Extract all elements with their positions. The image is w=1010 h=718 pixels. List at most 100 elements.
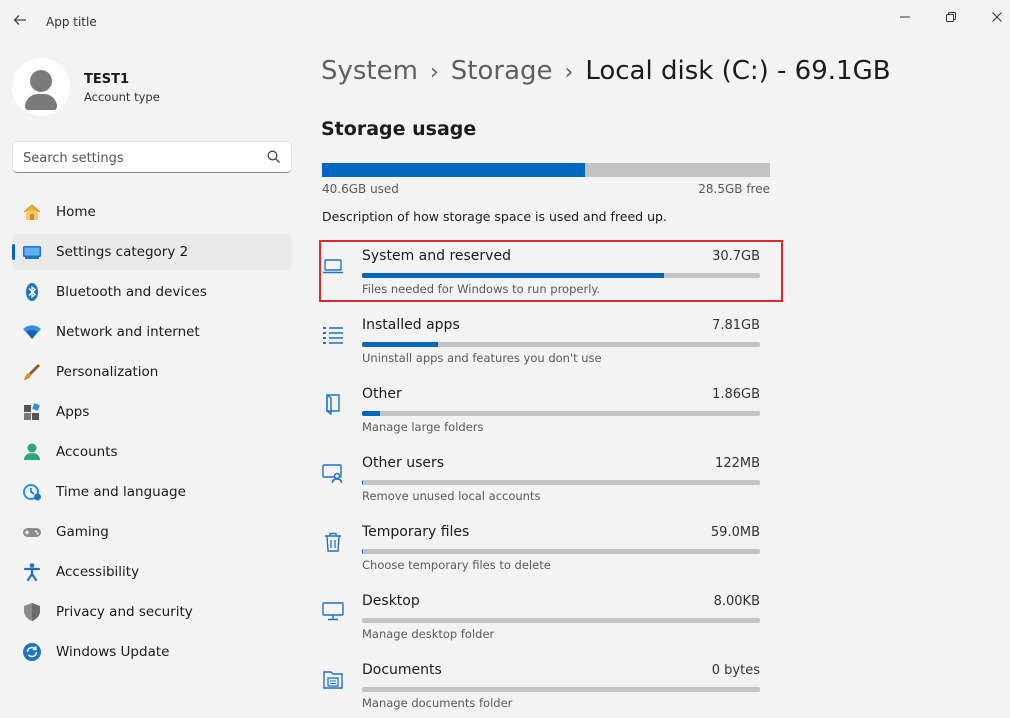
- sidebar-item-personalization[interactable]: Personalization: [12, 354, 292, 390]
- sidebar-item-apps[interactable]: Apps: [12, 394, 292, 430]
- category-usage-fill: [362, 273, 665, 278]
- user-profile[interactable]: TEST1 Account type: [12, 56, 292, 120]
- sidebar-item-system[interactable]: Settings category 2: [12, 234, 292, 270]
- sidebar-item-label: Home: [56, 204, 96, 220]
- category-desktop[interactable]: Desktop 8.00KB Manage desktop folder: [321, 587, 781, 645]
- category-usage-bar: [362, 411, 760, 416]
- sidebar-item-label: Bluetooth and devices: [56, 284, 207, 300]
- monitor-icon: [321, 599, 345, 623]
- category-usage-fill: [362, 411, 380, 416]
- brush-icon: [22, 362, 42, 382]
- storage-usage-bar: [322, 163, 770, 177]
- storage-usage-fill: [322, 163, 586, 177]
- account-type: Account type: [84, 90, 160, 104]
- sidebar-item-home[interactable]: Home: [12, 194, 292, 230]
- category-temp-files[interactable]: Temporary files 59.0MB Choose temporary …: [321, 518, 781, 576]
- category-usage-bar: [362, 480, 760, 485]
- breadcrumb-storage[interactable]: Storage: [451, 56, 553, 86]
- wifi-icon: [22, 322, 42, 342]
- chevron-right-icon: ›: [429, 60, 439, 85]
- search-icon[interactable]: [267, 150, 281, 164]
- sidebar-nav: Home Settings category 2 Bluetooth and d…: [12, 194, 292, 674]
- bluetooth-icon: [22, 282, 42, 302]
- gamepad-icon: [22, 522, 42, 542]
- storage-category-list: System and reserved 30.7GB Files needed …: [319, 240, 783, 718]
- documents-icon: [321, 668, 345, 692]
- back-arrow-icon: [13, 15, 26, 25]
- category-other[interactable]: Other 1.86GB Manage large folders: [321, 380, 781, 438]
- book-icon: [321, 392, 345, 416]
- avatar: [12, 58, 70, 116]
- user-name: TEST1: [84, 72, 130, 87]
- sidebar-item-label: Apps: [56, 404, 90, 420]
- category-name: Other users: [362, 455, 445, 471]
- category-name: Desktop: [362, 593, 420, 609]
- category-size: 59.0MB: [710, 525, 760, 540]
- category-description: Uninstall apps and features you don't us…: [362, 351, 602, 365]
- category-usage-bar: [362, 273, 760, 278]
- category-name: Installed apps: [362, 317, 460, 333]
- used-space-label: 40.6GB used: [322, 182, 399, 196]
- clock-globe-icon: [22, 482, 42, 502]
- sidebar-item-label: Network and internet: [56, 324, 200, 340]
- sidebar-item-gaming[interactable]: Gaming: [12, 514, 292, 550]
- list-icon: [321, 323, 345, 347]
- free-space-label: 28.5GB free: [698, 182, 770, 196]
- apps-icon: [22, 402, 42, 422]
- settings-search[interactable]: [12, 141, 292, 173]
- shield-icon: [22, 602, 42, 622]
- category-usage-bar: [362, 549, 760, 554]
- category-size: 7.81GB: [712, 318, 760, 333]
- chevron-right-icon: ›: [564, 60, 574, 85]
- search-input[interactable]: [23, 148, 263, 168]
- person-icon: [22, 442, 42, 462]
- category-documents[interactable]: Documents 0 bytes Manage documents folde…: [321, 656, 781, 714]
- category-description: Manage desktop folder: [362, 627, 495, 641]
- category-installed-apps[interactable]: Installed apps 7.81GB Uninstall apps and…: [321, 311, 781, 369]
- category-system-reserved[interactable]: System and reserved 30.7GB Files needed …: [319, 240, 783, 302]
- category-size: 1.86GB: [712, 387, 760, 402]
- back-button[interactable]: [8, 10, 32, 34]
- home-icon: [22, 202, 42, 222]
- sidebar-item-windows-update[interactable]: Windows Update: [12, 634, 292, 670]
- category-usage-fill: [362, 342, 438, 347]
- sidebar-item-accounts[interactable]: Accounts: [12, 434, 292, 470]
- main-content: System › Storage › Local disk (C:) - 69.1GB …: [319, 0, 1010, 718]
- category-size: 30.7GB: [712, 249, 760, 264]
- category-size: 8.00KB: [713, 594, 760, 609]
- sidebar-item-network[interactable]: Network and internet: [12, 314, 292, 350]
- sidebar-item-label: Personalization: [56, 364, 159, 380]
- accessibility-icon: [22, 562, 42, 582]
- category-description: Remove unused local accounts: [362, 489, 541, 503]
- category-usage-bar: [362, 618, 760, 623]
- breadcrumb-system[interactable]: System: [321, 56, 418, 86]
- sidebar-item-time-language[interactable]: Time and language: [12, 474, 292, 510]
- page-title: Local disk (C:) - 69.1GB: [585, 56, 891, 86]
- category-name: Temporary files: [362, 524, 470, 540]
- category-description: Choose temporary files to delete: [362, 558, 551, 572]
- category-name: System and reserved: [362, 248, 511, 264]
- sidebar-item-privacy[interactable]: Privacy and security: [12, 594, 292, 630]
- category-usage-fill: [362, 480, 364, 485]
- section-title: Storage usage: [321, 118, 477, 140]
- update-icon: [22, 642, 42, 662]
- laptop-icon: [321, 254, 345, 278]
- category-size: 122MB: [715, 456, 760, 471]
- person-screen-icon: [321, 461, 345, 485]
- sidebar-item-accessibility[interactable]: Accessibility: [12, 554, 292, 590]
- category-size: 0 bytes: [711, 663, 760, 678]
- category-usage-fill: [362, 549, 363, 554]
- trash-icon: [321, 530, 345, 554]
- category-usage-bar: [362, 342, 760, 347]
- sidebar-item-label: Privacy and security: [56, 604, 193, 620]
- sidebar-item-label: Time and language: [56, 484, 186, 500]
- storage-description: Description of how storage space is used…: [322, 209, 667, 224]
- sidebar-item-label: Settings category 2: [56, 244, 189, 260]
- sidebar-item-bluetooth[interactable]: Bluetooth and devices: [12, 274, 292, 310]
- category-other-users[interactable]: Other users 122MB Remove unused local ac…: [321, 449, 781, 507]
- category-name: Documents: [362, 662, 442, 678]
- category-description: Manage large folders: [362, 420, 484, 434]
- sidebar-item-label: Accessibility: [56, 564, 140, 580]
- category-description: Manage documents folder: [362, 696, 513, 710]
- sidebar-item-label: Accounts: [56, 444, 118, 460]
